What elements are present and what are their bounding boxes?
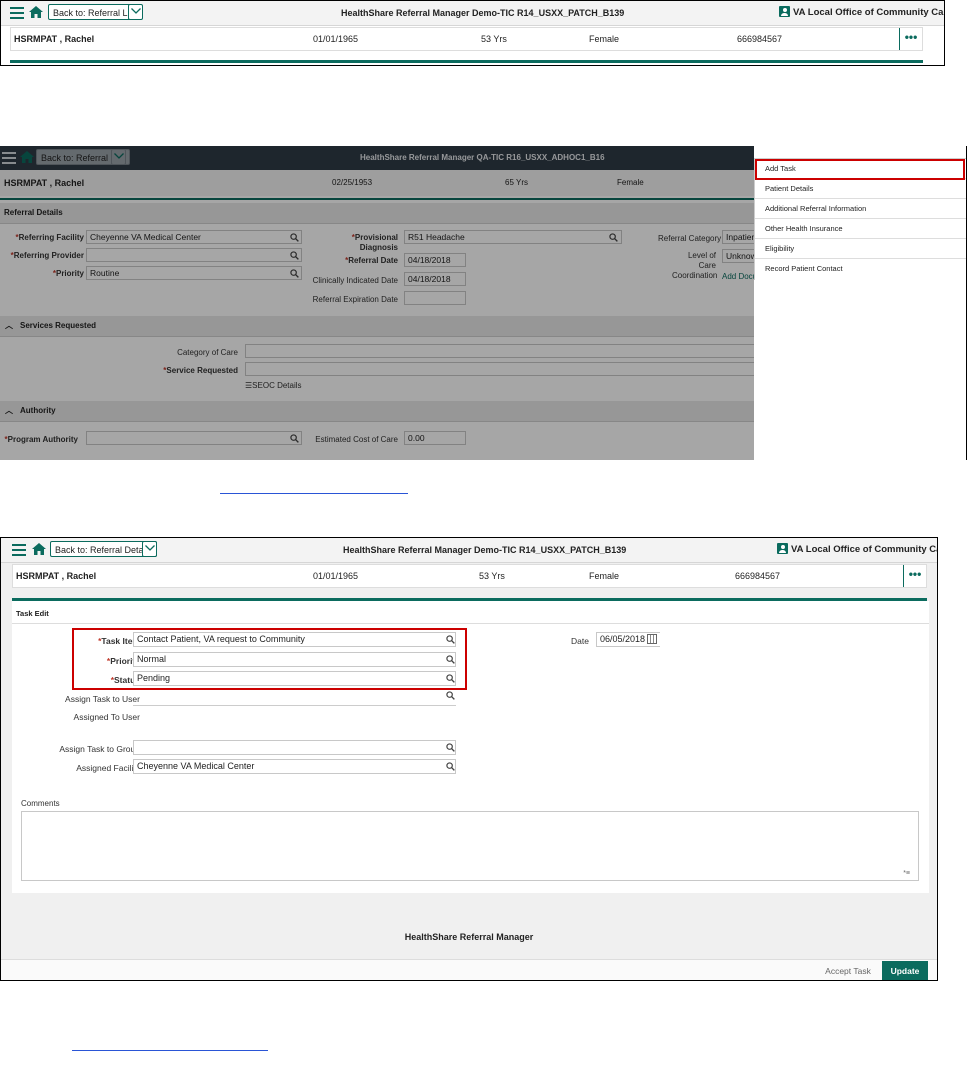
footer-title: HealthShare Referral Manager [404, 932, 534, 942]
chevron-down-icon[interactable] [128, 4, 143, 20]
resize-handle-icon[interactable]: *≡ [903, 870, 910, 877]
search-icon[interactable] [446, 762, 455, 771]
app-title: HealthShare Referral Manager Demo-TIC R1… [343, 545, 627, 555]
patient-sex: Female [589, 34, 620, 44]
patient-banner: HSRMPAT , Rachel 01/01/1965 53 Yrs Femal… [10, 27, 923, 51]
home-icon[interactable] [32, 543, 46, 555]
office-name: VA Local Office of Community Care [791, 544, 938, 555]
menu-item-eligibility[interactable]: Eligibility [755, 239, 966, 259]
office-user-icon [777, 543, 788, 554]
menu-item-additional-referral-information[interactable]: Additional Referral Information [755, 199, 966, 219]
screenshot-task-edit: Back to: Referral Details HealthShare Re… [0, 537, 938, 981]
patient-age: 53 Yrs [479, 571, 505, 581]
patient-id: 666984567 [737, 34, 783, 44]
back-to-referral-details-button[interactable]: Back to: Referral Details [50, 541, 158, 557]
patient-age: 53 Yrs [481, 34, 507, 44]
assigned-to-user-label: Assigned To User [73, 712, 140, 722]
office-label: VA Local Office of Community Care [777, 538, 938, 562]
menu-item-patient-details[interactable]: Patient Details [755, 179, 966, 199]
highlight-box [72, 628, 467, 690]
divider [10, 60, 923, 63]
calendar-icon[interactable] [647, 634, 657, 644]
task-edit-title: Task Edit [16, 609, 49, 618]
office-user-icon [779, 6, 790, 17]
assigned-facility-field[interactable]: Cheyenne VA Medical Center [133, 759, 456, 774]
search-icon[interactable] [446, 743, 455, 752]
hamburger-menu-icon[interactable] [12, 544, 26, 556]
more-options-icon[interactable]: ••• [899, 28, 922, 50]
task-edit-panel: Task Edit *Task Item Contact Patient, VA… [12, 601, 929, 893]
screenshot-referral-details: Back to: Referral List HealthShare Refer… [0, 146, 967, 460]
assign-task-to-user-label: Assign Task to User [65, 694, 140, 704]
patient-dob: 01/01/1965 [313, 34, 359, 44]
patient-id: 666984567 [735, 571, 781, 581]
assign-task-to-group-field[interactable] [133, 740, 456, 755]
patient-name: HSRMPAT , Rachel [14, 34, 95, 44]
hamburger-menu-icon[interactable] [10, 7, 24, 19]
patient-sex: Female [589, 571, 620, 581]
update-button[interactable]: Update [882, 961, 928, 980]
office-label: VA Local Office of Community Care [779, 1, 945, 25]
home-icon[interactable] [29, 6, 43, 18]
app-header: Back to: Referral List HealthShare Refer… [1, 1, 944, 26]
app-header: Back to: Referral Details HealthShare Re… [1, 538, 937, 563]
patient-dob: 01/01/1965 [313, 571, 359, 581]
office-name: VA Local Office of Community Care [793, 7, 945, 18]
hyperlink-underline[interactable] [72, 1050, 268, 1051]
assign-task-to-group-label: Assign Task to Group [59, 744, 140, 754]
modal-overlay [0, 146, 754, 460]
date-label: Date [571, 636, 589, 646]
hyperlink-underline[interactable] [220, 493, 408, 494]
comments-label: Comments [21, 799, 60, 808]
more-options-icon[interactable]: ••• [903, 565, 926, 587]
accept-task-button[interactable]: Accept Task [819, 962, 877, 980]
search-icon[interactable] [446, 691, 455, 700]
highlight-box [755, 159, 965, 180]
assigned-facility-label: Assigned Facility [76, 763, 140, 773]
screenshot-header-bar: Back to: Referral List HealthShare Refer… [0, 0, 945, 66]
patient-name: HSRMPAT , Rachel [16, 571, 97, 581]
comments-textarea[interactable]: *≡ [21, 811, 919, 881]
menu-item-record-patient-contact[interactable]: Record Patient Contact [755, 259, 966, 278]
menu-item-other-health-insurance[interactable]: Other Health Insurance [755, 219, 966, 239]
app-title: HealthShare Referral Manager Demo-TIC R1… [341, 8, 625, 18]
chevron-down-icon[interactable] [142, 541, 157, 557]
patient-banner: HSRMPAT , Rachel 01/01/1965 53 Yrs Femal… [12, 564, 927, 588]
